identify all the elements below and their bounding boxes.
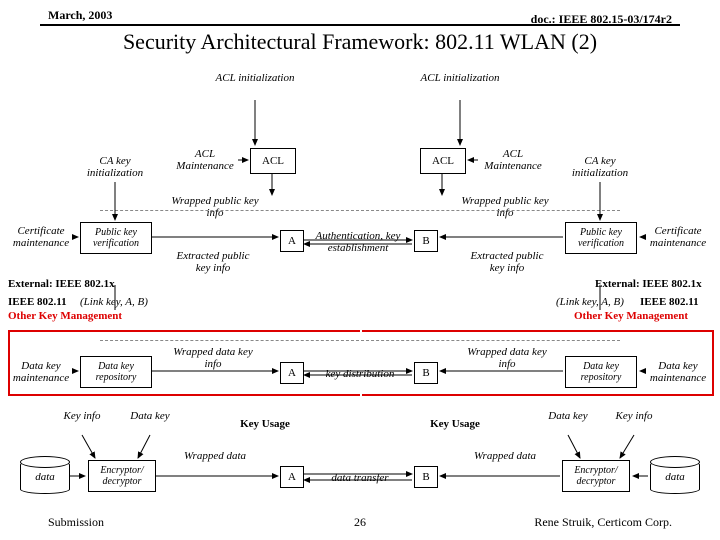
link-tuple-right: (Link key, A, B) <box>556 296 624 308</box>
acl-maint-right: ACL Maintenance <box>478 148 548 172</box>
footer-left: Submission <box>48 515 104 530</box>
dk-repo-right: Data key repository <box>565 356 637 388</box>
footer-right: Rene Struik, Certicom Corp. <box>534 515 672 530</box>
node-b-3: B <box>414 466 438 488</box>
acl-box-left: ACL <box>250 148 296 174</box>
node-a-3: A <box>280 466 304 488</box>
ca-key-init-right: CA key initialization <box>565 155 635 179</box>
enc-dec-left: Encryptor/ decryptor <box>88 460 156 492</box>
acl-init-left: ACL initialization <box>215 72 295 84</box>
arrows-layer <box>0 0 720 540</box>
acl-box-right: ACL <box>420 148 466 174</box>
footer-page: 26 <box>354 515 366 530</box>
auth-est: Authentication, key establishment <box>308 230 408 254</box>
wrapped-dk-right: Wrapped data key info <box>462 346 552 370</box>
external-right: External: IEEE 802.1x <box>595 278 702 290</box>
wrapped-data-right: Wrapped data <box>465 450 545 462</box>
pub-ver-left: Public key verification <box>80 222 152 254</box>
data-key-left: Data key <box>130 410 170 422</box>
external-left: External: IEEE 802.1x <box>8 278 115 290</box>
page-title: Security Architectural Framework: 802.11… <box>0 29 720 55</box>
ieee80211-left: IEEE 802.11 <box>8 296 67 308</box>
extracted-pub-right: Extracted public key info <box>462 250 552 274</box>
link-tuple-left: (Link key, A, B) <box>80 296 148 308</box>
dk-maint-right: Data key maintenance <box>645 360 711 384</box>
data-cyl-left: data <box>20 460 70 494</box>
data-transfer: data transfer <box>310 472 410 484</box>
extracted-pub-left: Extracted public key info <box>168 250 258 274</box>
ieee80211-right: IEEE 802.11 <box>640 296 699 308</box>
node-b-1: B <box>414 230 438 252</box>
dk-repo-left: Data key repository <box>80 356 152 388</box>
node-a-2: A <box>280 362 304 384</box>
cert-maint-left: Certificate maintenance <box>8 225 74 249</box>
acl-maint-left: ACL Maintenance <box>170 148 240 172</box>
wrapped-dk-left: Wrapped data key info <box>168 346 258 370</box>
node-a-1: A <box>280 230 304 252</box>
dk-maint-left: Data key maintenance <box>8 360 74 384</box>
node-b-2: B <box>414 362 438 384</box>
wrapped-pub-right: Wrapped public key info <box>460 195 550 219</box>
key-info-right: Key info <box>614 410 654 422</box>
header-rule <box>40 24 680 26</box>
acl-init-right: ACL initialization <box>420 72 500 84</box>
ca-key-init-left: CA key initialization <box>80 155 150 179</box>
data-cyl-right: data <box>650 460 700 494</box>
header-date: March, 2003 <box>48 8 112 23</box>
data-key-right: Data key <box>548 410 588 422</box>
okm-left: Other Key Management <box>8 310 122 322</box>
key-usage-left: Key Usage <box>225 418 305 430</box>
pub-ver-right: Public key verification <box>565 222 637 254</box>
key-info-left: Key info <box>62 410 102 422</box>
okm-right: Other Key Management <box>574 310 688 322</box>
key-dist: key distribution <box>310 368 410 380</box>
wrapped-pub-left: Wrapped public key info <box>170 195 260 219</box>
key-usage-right: Key Usage <box>415 418 495 430</box>
wrapped-data-left: Wrapped data <box>175 450 255 462</box>
cert-maint-right: Certificate maintenance <box>645 225 711 249</box>
enc-dec-right: Encryptor/ decryptor <box>562 460 630 492</box>
